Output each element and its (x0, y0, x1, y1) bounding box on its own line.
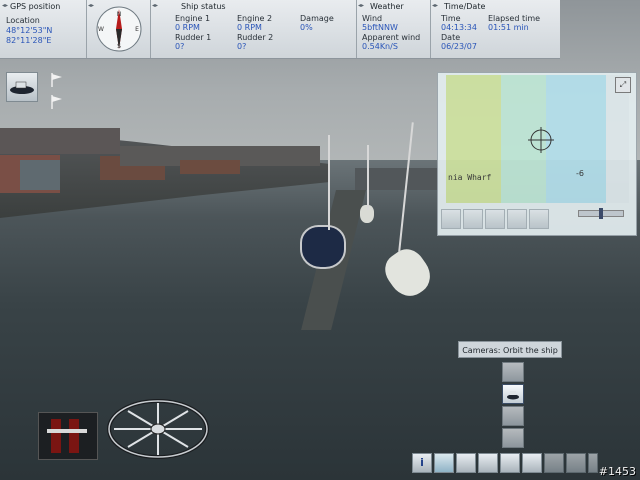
rope-icon[interactable] (478, 453, 498, 473)
compass-icon: N E S W (96, 6, 142, 52)
panel-title: Time/Date (444, 2, 486, 11)
minimap-tool-button[interactable] (441, 209, 461, 229)
ship-select-button[interactable] (6, 72, 38, 102)
engine1-value: 0 RPM (175, 23, 200, 32)
svg-text:E: E (135, 26, 139, 33)
timedate-panel: ◂▸ Time/Date Time 04:13:34 Elapsed time … (430, 0, 560, 58)
longitude-value: 82°11'28"E (6, 36, 52, 45)
minimap-zoom-slider[interactable] (578, 208, 624, 219)
minimap-zoom-button[interactable]: ⤢ (615, 77, 631, 93)
time-value: 04:13:34 (441, 23, 477, 32)
svg-text:S: S (117, 43, 121, 50)
throttle-lever-left[interactable] (51, 419, 61, 453)
camera-tooltip: Cameras: Orbit the ship (458, 341, 562, 358)
svg-text:N: N (117, 11, 122, 18)
wind-label: Wind (362, 14, 383, 23)
throttle-lever-right[interactable] (69, 419, 79, 453)
chart-icon[interactable] (434, 453, 454, 473)
elapsed-value: 01:51 min (488, 23, 529, 32)
cargo-icon[interactable] (544, 453, 564, 473)
motor-boat[interactable] (300, 225, 346, 269)
minimap-location-text: nia Wharf (448, 173, 492, 182)
camera-icon[interactable] (500, 453, 520, 473)
minimap-tool-button[interactable] (463, 209, 483, 229)
latitude-value: 48°12'53"N (6, 26, 53, 35)
minimap-tool-button[interactable] (529, 209, 549, 229)
compass-panel: ◂▸ N E S W (86, 0, 151, 58)
minimap-tool-button[interactable] (507, 209, 527, 229)
deck-camera-icon[interactable] (502, 428, 524, 448)
location-label: Location (6, 16, 40, 25)
minimap-tool-button[interactable] (485, 209, 505, 229)
date-value: 06/23/07 (441, 42, 477, 51)
apparent-wind-value: 0.54Kn/S (362, 42, 398, 51)
date-label: Date (441, 33, 461, 42)
slider-handle[interactable] (599, 208, 603, 219)
mast (367, 145, 369, 210)
engine2-label: Engine 2 (237, 14, 273, 23)
svg-text:W: W (98, 26, 104, 33)
panel-toggle-icon[interactable]: ◂▸ (152, 2, 158, 9)
building (0, 128, 120, 154)
rudder1-label: Rudder 1 (175, 33, 212, 42)
panel-title: GPS position (10, 2, 61, 11)
ship-icon[interactable] (456, 453, 476, 473)
minimap-land (446, 75, 506, 203)
panel-title: Weather (370, 2, 404, 11)
minimap-depth-text: -6 (576, 169, 584, 178)
building (20, 160, 60, 190)
screenshot-id: #1453 (598, 465, 636, 478)
ship-icon (10, 81, 34, 94)
rudder2-value: 0? (237, 42, 247, 51)
damage-label: Damage (300, 14, 334, 23)
throttle-control[interactable] (38, 412, 98, 460)
gps-panel: ◂▸ GPS position Location 48°12'53"N 82°1… (0, 0, 87, 58)
ship-position-icon (528, 127, 554, 153)
damage-value: 0% (300, 23, 313, 32)
minimap-view[interactable]: nia Wharf -6 (446, 75, 629, 203)
minimap-tool-strip (441, 209, 571, 229)
rudder2-label: Rudder 2 (237, 33, 274, 42)
crate-icon[interactable] (566, 453, 586, 473)
waypoint-flag-icon[interactable] (48, 94, 64, 110)
building (180, 160, 240, 174)
mast (328, 135, 330, 230)
engine1-label: Engine 1 (175, 14, 211, 23)
panel-toggle-icon[interactable]: ◂▸ (358, 2, 364, 9)
photo-icon[interactable] (522, 453, 542, 473)
waypoint-flag-icon[interactable] (48, 72, 64, 88)
bottom-toolbar: i (412, 453, 598, 475)
minimap[interactable]: nia Wharf -6 ⤢ (437, 72, 637, 236)
rudder1-value: 0? (175, 42, 185, 51)
elapsed-label: Elapsed time (488, 14, 541, 23)
ship-status-panel: ◂▸ Ship status Engine 1 0 RPM Rudder 1 0… (150, 0, 357, 58)
time-label: Time (441, 14, 461, 23)
settings-icon[interactable] (588, 453, 598, 473)
engine2-value: 0 RPM (237, 23, 262, 32)
ship-wheel-icon[interactable] (106, 397, 210, 461)
panel-title: Ship status (181, 2, 226, 11)
bridge-camera-icon[interactable] (502, 406, 524, 426)
panel-toggle-icon[interactable]: ◂▸ (2, 2, 8, 9)
throttle-handle[interactable] (47, 429, 87, 433)
apparent-wind-label: Apparent wind (362, 33, 421, 42)
wind-value: 5bftNNW (362, 23, 398, 32)
weather-panel: ◂▸ Weather Wind 5bftNNW Apparent wind 0.… (356, 0, 431, 58)
free-camera-icon[interactable] (502, 362, 524, 382)
orbit-camera-icon[interactable] (502, 384, 524, 404)
status-hud: ◂▸ GPS position Location 48°12'53"N 82°1… (0, 0, 560, 59)
panel-toggle-icon[interactable]: ◂▸ (432, 2, 438, 9)
info-icon[interactable]: i (412, 453, 432, 473)
